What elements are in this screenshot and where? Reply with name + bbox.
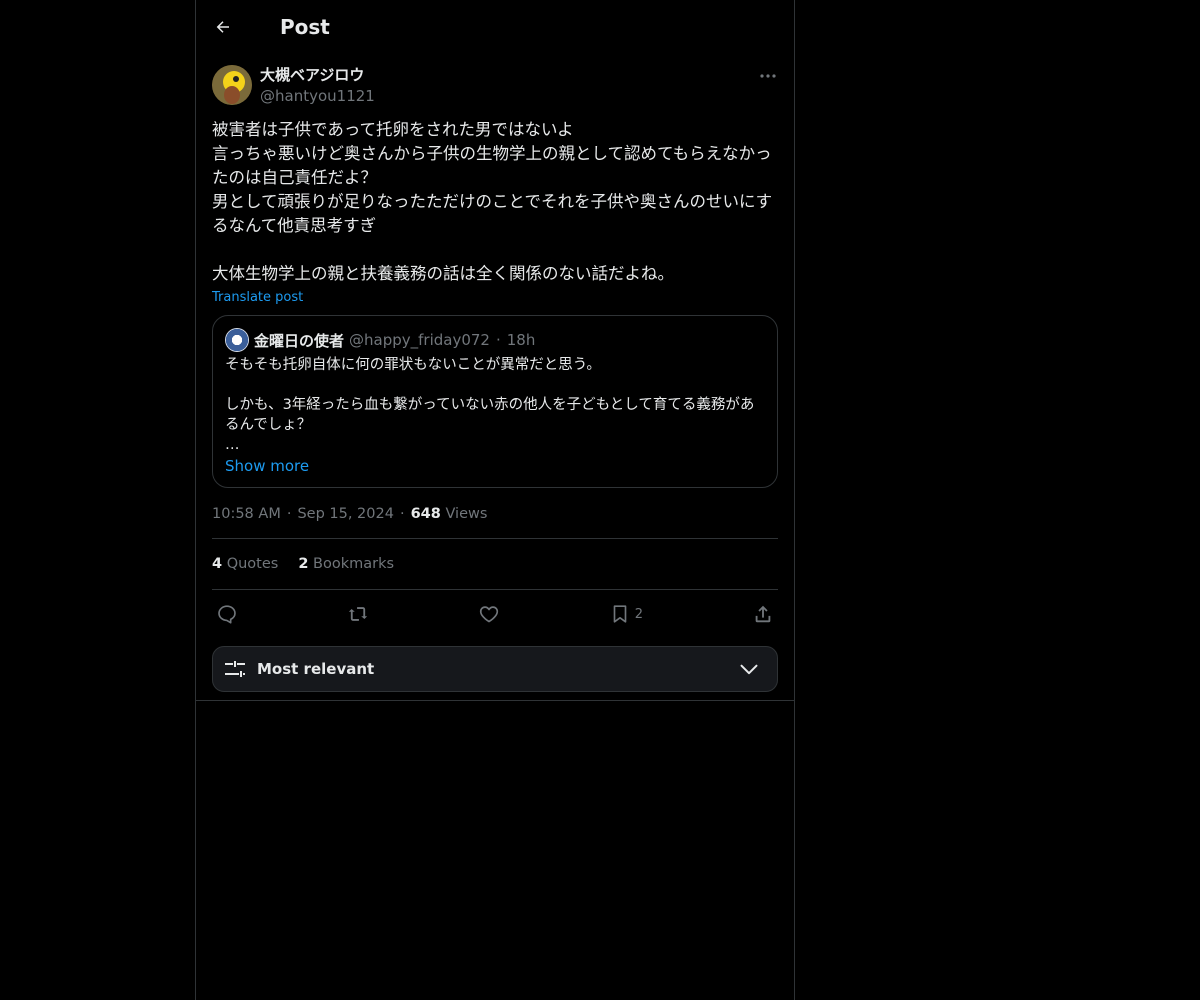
sort-label: Most relevant: [257, 660, 375, 678]
views-count: 648: [410, 506, 441, 522]
avatar[interactable]: [212, 65, 252, 105]
show-more-link[interactable]: Show more: [225, 457, 765, 475]
page-title: Post: [280, 15, 330, 39]
quotes-stat[interactable]: 4 Quotes: [212, 556, 278, 572]
arrow-left-icon: [216, 21, 229, 33]
main-column: Post 大槻ベアジロウ @hantyou1121 被害者は子供であって托卵をさ…: [195, 0, 795, 1000]
post-stats: 4 Quotes 2 Bookmarks: [212, 539, 778, 590]
repost-button[interactable]: [347, 602, 369, 626]
avatar-image: [212, 65, 252, 105]
bookmarks-stat[interactable]: 2 Bookmarks: [298, 556, 394, 572]
author-handle[interactable]: @hantyou1121: [260, 86, 375, 106]
post-meta: 10:58 AM · Sep 15, 2024 · 648 Views: [212, 488, 778, 539]
quote-avatar: [225, 328, 249, 352]
post-text: 被害者は子供であって托卵をされた男ではないよ 言っちゃ悪いけど奥さんから子供の生…: [212, 120, 773, 283]
quotes-label: Quotes: [226, 556, 279, 572]
share-button[interactable]: [752, 602, 774, 626]
post-header: Post: [196, 0, 794, 54]
quotes-count: 4: [212, 556, 223, 572]
author-names: 大槻ベアジロウ @hantyou1121: [260, 65, 375, 106]
chevron-down-icon: [740, 664, 758, 675]
like-button[interactable]: [478, 602, 500, 626]
meta-separator-2: ·: [399, 506, 405, 522]
more-icon: [760, 74, 776, 78]
quote-time: 18h: [506, 331, 536, 349]
bookmarks-count: 2: [298, 556, 309, 572]
author-row: 大槻ベアジロウ @hantyou1121: [196, 54, 794, 118]
reply-sort-dropdown[interactable]: Most relevant: [212, 646, 778, 692]
quote-text: そもそも托卵自体に何の罪状もないことが異常だと思う。 しかも、3年経ったら血も繋…: [225, 357, 755, 453]
bookmark-icon: [613, 605, 627, 623]
bookmarks-label: Bookmarks: [313, 556, 395, 572]
quote-author-name: 金曜日の使者: [254, 331, 345, 350]
quote-header: 金曜日の使者 @happy_friday072 · 18h: [225, 327, 765, 353]
translate-post-link[interactable]: Translate post: [212, 290, 303, 305]
quote-separator: ·: [495, 331, 501, 349]
reply-button[interactable]: [216, 602, 238, 626]
sliders-icon: [225, 661, 245, 677]
quote-author-handle: @happy_friday072: [349, 331, 490, 349]
post-date[interactable]: Sep 15, 2024: [297, 506, 394, 522]
post-body: 被害者は子供であって托卵をされた男ではないよ 言っちゃ悪いけど奥さんから子供の生…: [196, 118, 794, 488]
post-time[interactable]: 10:58 AM: [212, 506, 281, 522]
views-label: Views: [445, 506, 488, 522]
heart-icon: [479, 606, 498, 623]
more-options-button[interactable]: [758, 66, 778, 86]
repost-icon: [348, 607, 368, 621]
post-area: Post 大槻ベアジロウ @hantyou1121 被害者は子供であって托卵をさ…: [196, 0, 794, 701]
quoted-post-card[interactable]: 金曜日の使者 @happy_friday072 · 18h そもそも托卵自体に何…: [212, 315, 778, 488]
action-bar: 2: [212, 590, 778, 638]
meta-separator: ·: [286, 506, 292, 522]
bookmark-button[interactable]: 2: [609, 602, 643, 626]
share-icon: [755, 605, 771, 623]
back-button[interactable]: [212, 16, 234, 38]
author-name[interactable]: 大槻ベアジロウ: [260, 65, 375, 85]
bookmark-count: 2: [634, 606, 644, 622]
reply-icon: [218, 605, 236, 624]
